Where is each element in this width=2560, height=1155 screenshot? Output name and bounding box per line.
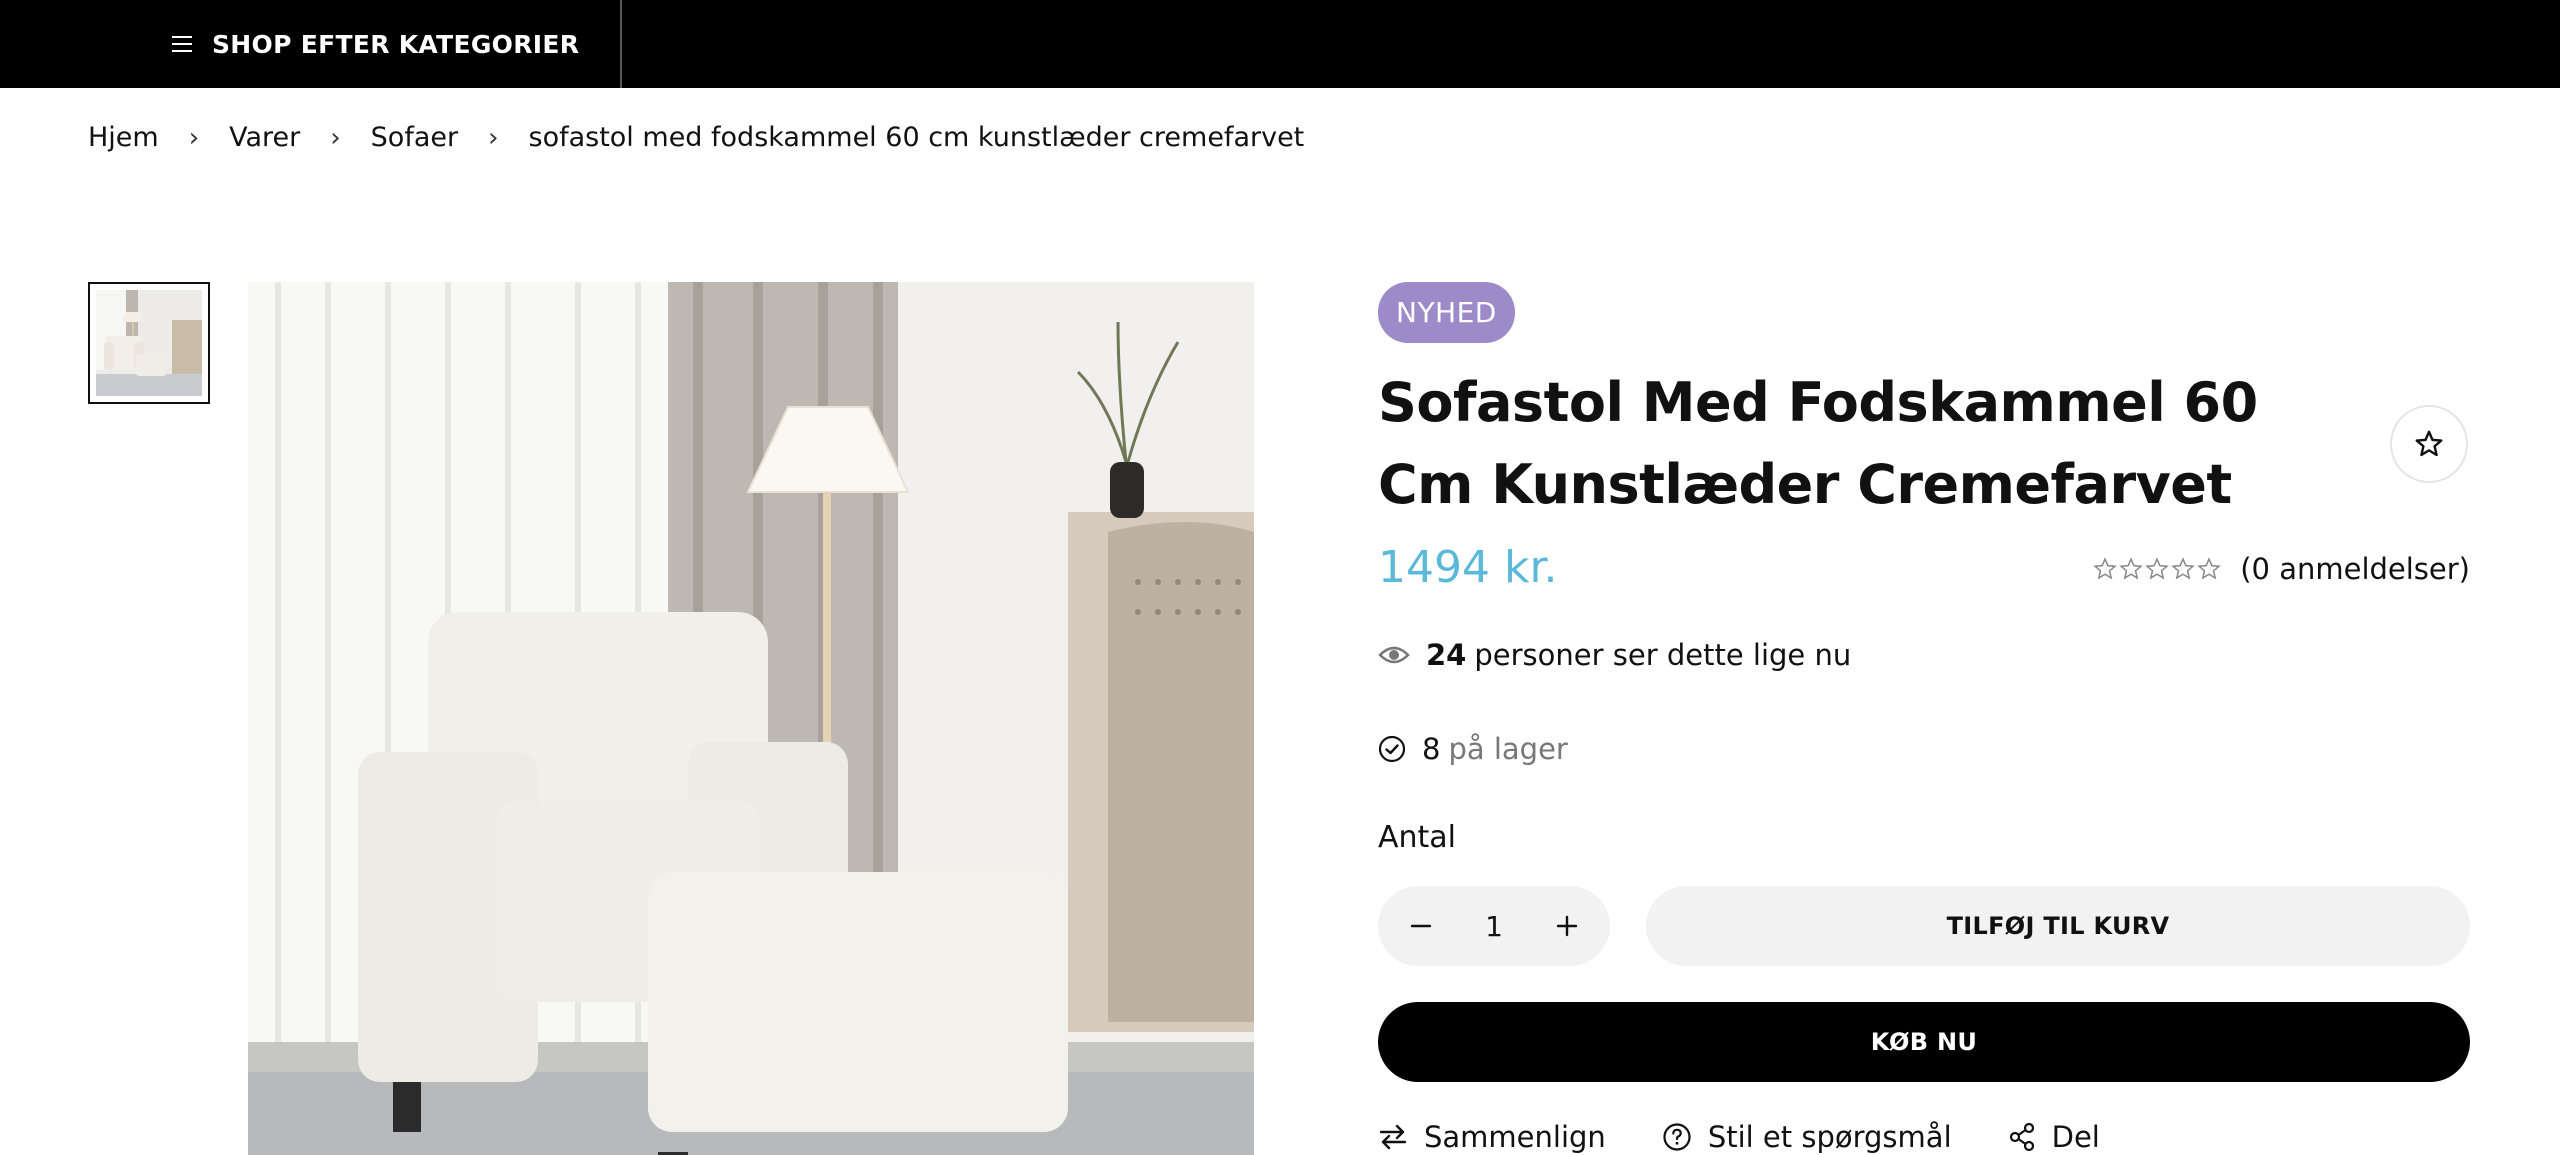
stock-count: 8 [1422, 732, 1441, 766]
empty-star-icon [2119, 557, 2144, 580]
breadcrumb-home[interactable]: Hjem [88, 122, 159, 153]
stock-status: 8 på lager [1378, 732, 1568, 766]
live-viewers: 24 personer ser dette lige nu [1378, 638, 1851, 672]
empty-star-icon [2197, 557, 2222, 580]
top-navigation-bar: SHOP EFTER KATEGORIER [0, 0, 2560, 88]
buy-now-button[interactable]: KØB NU [1378, 1002, 2470, 1082]
product-title: Sofastol Med Fodskammel 60 Cm Kunstlæder… [1378, 371, 2258, 516]
hamburger-menu-icon [172, 36, 192, 52]
quantity-stepper [1378, 886, 1610, 966]
breadcrumb-products[interactable]: Varer [229, 122, 300, 153]
product-photo [248, 282, 1254, 1155]
decrease-quantity-button[interactable] [1406, 911, 1436, 941]
product-actions: Sammenlign Stil et spørgsmål Del [1378, 1120, 2156, 1154]
compare-arrows-icon [1379, 1124, 1407, 1150]
increase-quantity-button[interactable] [1552, 911, 1582, 941]
add-to-cart-button[interactable]: TILFØJ TIL KURV [1646, 886, 2470, 966]
check-circle-icon [1378, 735, 1406, 763]
share-button[interactable]: Del [2008, 1120, 2100, 1154]
thumbnail-image [96, 290, 202, 396]
breadcrumb-sofas[interactable]: Sofaer [371, 122, 458, 153]
add-to-wishlist-button[interactable] [2390, 405, 2468, 483]
empty-star-icon [2171, 557, 2196, 580]
ask-question-label: Stil et spørgsmål [1707, 1120, 1952, 1154]
quantity-input[interactable] [1462, 908, 1526, 944]
star-icon [2415, 430, 2443, 457]
minus-icon [1410, 924, 1432, 928]
breadcrumb-current-page: sofastol med fodskammel 60 cm kunstlæder… [528, 122, 1305, 153]
breadcrumb-separator: › [330, 122, 341, 153]
viewers-count: 24 [1426, 638, 1467, 672]
shop-by-category-button[interactable]: SHOP EFTER KATEGORIER [0, 0, 622, 88]
reviews-count[interactable]: (0 anmeldelser) [2240, 552, 2470, 586]
question-circle-icon [1663, 1123, 1691, 1151]
quantity-label: Antal [1378, 820, 1457, 855]
share-label: Del [2051, 1120, 2100, 1154]
product-price: 1494 kr. [1378, 542, 1558, 593]
compare-button[interactable]: Sammenlign [1378, 1120, 1606, 1154]
product-thumbnail[interactable] [88, 282, 210, 404]
stock-text: på lager [1448, 732, 1568, 766]
compare-label: Sammenlign [1424, 1120, 1606, 1154]
plus-icon [1556, 915, 1578, 937]
ask-question-button[interactable]: Stil et spørgsmål [1662, 1120, 1952, 1154]
breadcrumb: Hjem › Varer › Sofaer › sofastol med fod… [88, 122, 1304, 153]
empty-star-icon [2093, 557, 2118, 580]
empty-star-icon [2145, 557, 2170, 580]
new-badge: NYHED [1378, 282, 1515, 343]
breadcrumb-separator: › [488, 122, 499, 153]
shop-by-category-label: SHOP EFTER KATEGORIER [212, 29, 580, 59]
breadcrumb-separator: › [188, 122, 200, 153]
product-rating[interactable]: (0 anmeldelser) [2092, 552, 2470, 586]
viewers-text: personer ser dette lige nu [1474, 638, 1852, 672]
rating-stars [2092, 556, 2222, 582]
product-main-image[interactable] [248, 282, 1254, 1155]
share-icon [2009, 1122, 2034, 1152]
eye-icon [1378, 646, 1410, 664]
